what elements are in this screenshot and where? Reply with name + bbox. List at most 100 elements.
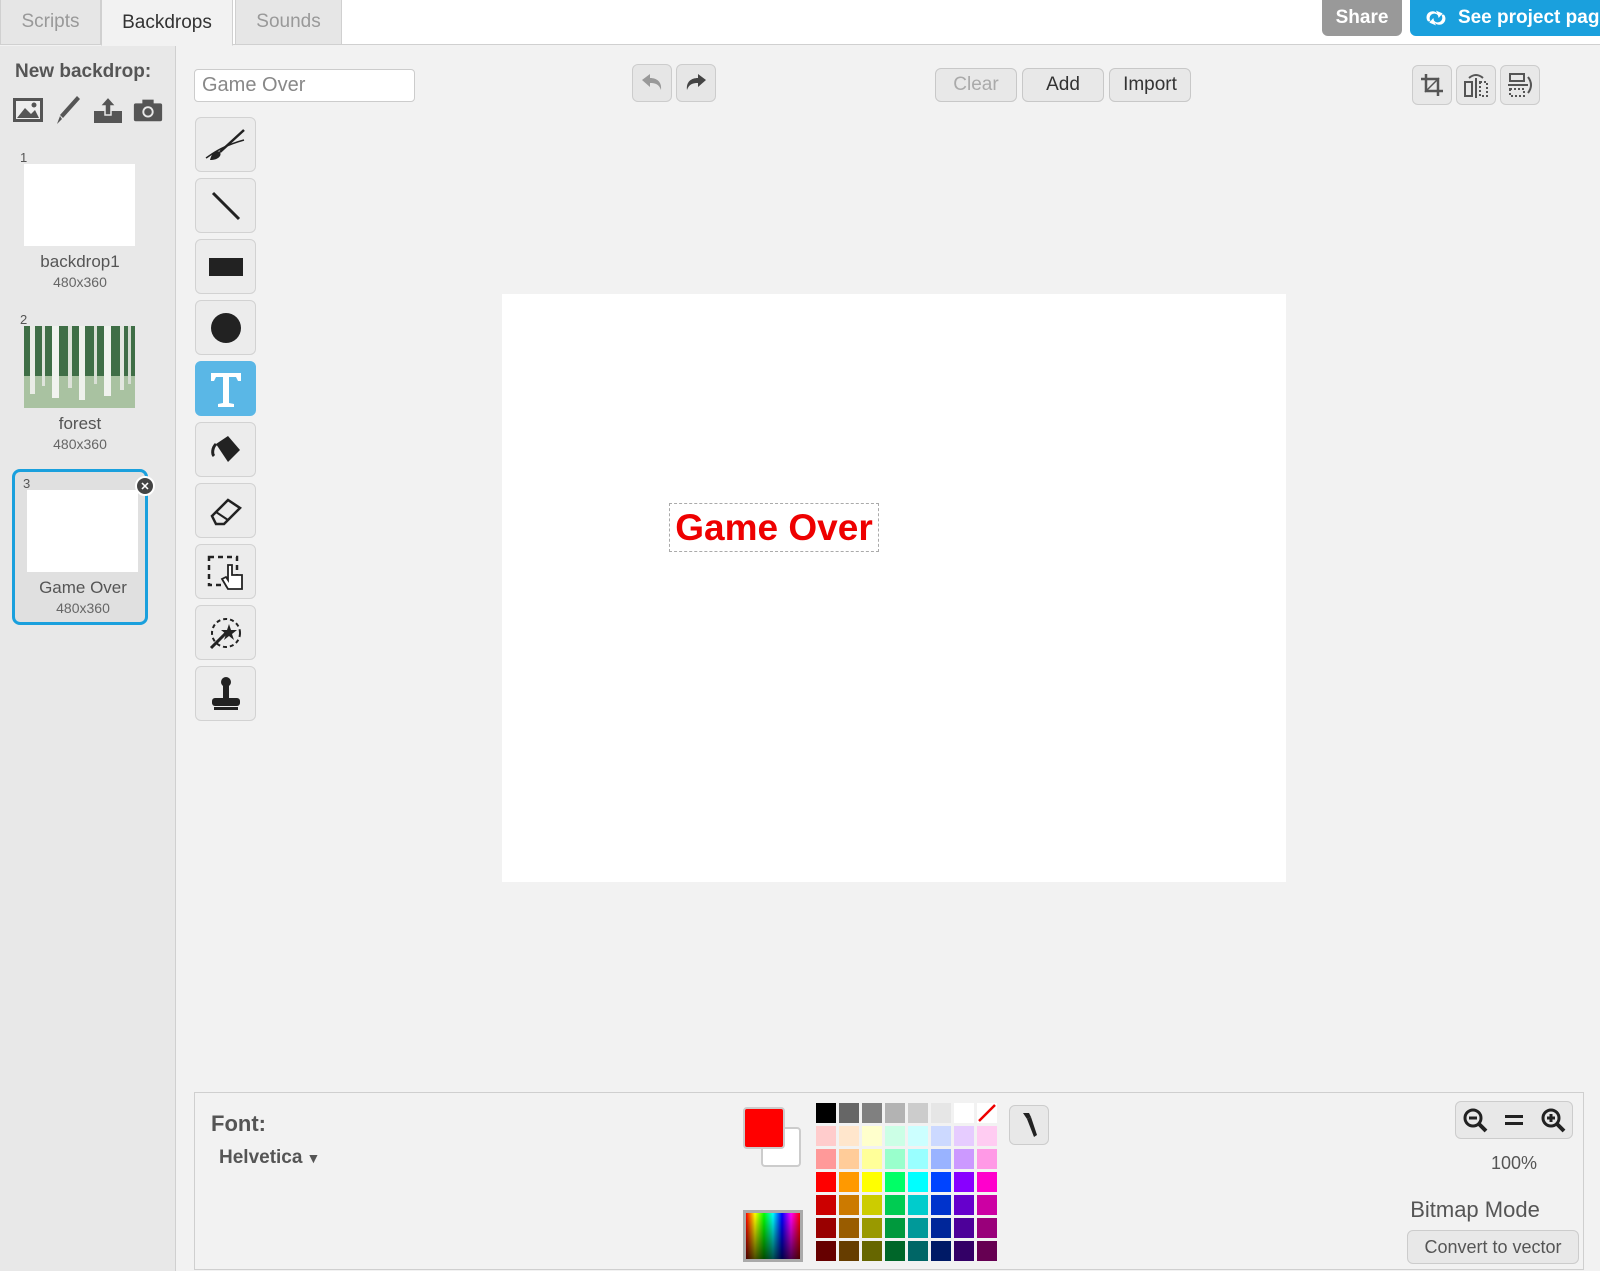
- palette-color-swatch[interactable]: [908, 1218, 928, 1238]
- convert-to-vector-button[interactable]: Convert to vector: [1407, 1230, 1579, 1264]
- palette-color-swatch[interactable]: [839, 1218, 859, 1238]
- palette-color-swatch[interactable]: [931, 1103, 951, 1123]
- palette-color-swatch[interactable]: [816, 1195, 836, 1215]
- palette-color-swatch[interactable]: [908, 1149, 928, 1169]
- palette-color-swatch[interactable]: [954, 1126, 974, 1146]
- brush-tool[interactable]: [195, 117, 256, 172]
- fill-tool[interactable]: [195, 422, 256, 477]
- palette-color-swatch[interactable]: [908, 1172, 928, 1192]
- select-tool[interactable]: [195, 544, 256, 599]
- choose-from-library-icon[interactable]: [12, 94, 44, 126]
- palette-color-swatch[interactable]: [931, 1172, 951, 1192]
- upload-from-file-icon[interactable]: [92, 94, 124, 126]
- tab-scripts[interactable]: Scripts: [0, 0, 101, 45]
- undo-button[interactable]: [632, 64, 672, 102]
- palette-color-swatch[interactable]: [954, 1149, 974, 1169]
- paint-new-icon[interactable]: [52, 94, 84, 126]
- rectangle-tool[interactable]: [195, 239, 256, 294]
- palette-color-swatch[interactable]: [839, 1241, 859, 1261]
- backdrop-item-game-over[interactable]: 3 Game Over 480x360 ✕: [12, 469, 155, 625]
- palette-color-swatch[interactable]: [931, 1241, 951, 1261]
- backdrop-item-forest[interactable]: 2 forest 480x360: [12, 308, 148, 464]
- palette-color-swatch[interactable]: [885, 1149, 905, 1169]
- redo-button[interactable]: [676, 64, 716, 102]
- palette-color-swatch[interactable]: [977, 1241, 997, 1261]
- set-costume-center-button[interactable]: [1412, 65, 1452, 105]
- font-dropdown[interactable]: Helvetica ▼: [219, 1147, 320, 1169]
- palette-color-swatch[interactable]: [954, 1172, 974, 1192]
- backdrop-name-input[interactable]: [194, 69, 415, 102]
- paint-canvas[interactable]: Game Over: [502, 294, 1286, 882]
- import-button[interactable]: Import: [1109, 68, 1191, 102]
- palette-color-swatch[interactable]: [839, 1126, 859, 1146]
- line-tool[interactable]: [195, 178, 256, 233]
- palette-color-swatch[interactable]: [816, 1149, 836, 1169]
- palette-color-swatch[interactable]: [862, 1149, 882, 1169]
- select-and-duplicate-tool[interactable]: [195, 605, 256, 660]
- palette-color-swatch[interactable]: [885, 1218, 905, 1238]
- clear-button[interactable]: Clear: [935, 68, 1017, 102]
- palette-color-swatch[interactable]: [954, 1103, 974, 1123]
- palette-color-swatch[interactable]: [862, 1195, 882, 1215]
- ellipse-tool[interactable]: [195, 300, 256, 355]
- backdrop-item-backdrop1[interactable]: 1 backdrop1 480x360: [12, 146, 148, 302]
- delete-backdrop-icon[interactable]: ✕: [135, 476, 155, 496]
- zoom-in-button[interactable]: [1533, 1102, 1572, 1138]
- zoom-out-button[interactable]: [1456, 1102, 1495, 1138]
- text-tool[interactable]: [195, 361, 256, 416]
- palette-color-swatch[interactable]: [862, 1172, 882, 1192]
- share-button[interactable]: Share: [1322, 0, 1402, 36]
- palette-color-swatch[interactable]: [908, 1103, 928, 1123]
- palette-color-swatch[interactable]: [839, 1149, 859, 1169]
- eyedropper-button[interactable]: [1009, 1105, 1049, 1145]
- palette-color-swatch[interactable]: [816, 1126, 836, 1146]
- palette-color-swatch[interactable]: [885, 1126, 905, 1146]
- palette-color-swatch[interactable]: [954, 1218, 974, 1238]
- palette-color-swatch[interactable]: [908, 1195, 928, 1215]
- palette-color-swatch[interactable]: [977, 1218, 997, 1238]
- palette-color-swatch[interactable]: [862, 1103, 882, 1123]
- palette-color-swatch[interactable]: [862, 1241, 882, 1261]
- flip-vertical-button[interactable]: [1500, 65, 1540, 105]
- flip-horizontal-button[interactable]: [1456, 65, 1496, 105]
- palette-color-swatch[interactable]: [816, 1172, 836, 1192]
- add-button[interactable]: Add: [1022, 68, 1104, 102]
- see-project-page-button[interactable]: See project page: [1410, 0, 1600, 36]
- palette-color-swatch[interactable]: [816, 1103, 836, 1123]
- palette-color-swatch[interactable]: [977, 1172, 997, 1192]
- transparent-color-swatch[interactable]: [977, 1103, 997, 1123]
- palette-color-swatch[interactable]: [908, 1126, 928, 1146]
- palette-color-swatch[interactable]: [885, 1241, 905, 1261]
- palette-color-swatch[interactable]: [977, 1149, 997, 1169]
- tab-sounds[interactable]: Sounds: [235, 0, 342, 45]
- palette-color-swatch[interactable]: [839, 1172, 859, 1192]
- palette-color-swatch[interactable]: [954, 1241, 974, 1261]
- palette-color-swatch[interactable]: [862, 1126, 882, 1146]
- palette-color-swatch[interactable]: [839, 1195, 859, 1215]
- palette-color-swatch[interactable]: [977, 1126, 997, 1146]
- palette-color-swatch[interactable]: [885, 1103, 905, 1123]
- tab-backdrops[interactable]: Backdrops: [101, 0, 233, 46]
- canvas-text-element[interactable]: Game Over: [669, 503, 879, 552]
- stamp-tool[interactable]: [195, 666, 256, 721]
- palette-color-swatch[interactable]: [954, 1195, 974, 1215]
- palette-color-swatch[interactable]: [931, 1149, 951, 1169]
- palette-color-swatch[interactable]: [816, 1218, 836, 1238]
- color-spectrum-picker[interactable]: [743, 1210, 803, 1262]
- primary-color-swatch[interactable]: [743, 1107, 785, 1149]
- palette-color-swatch[interactable]: [839, 1103, 859, 1123]
- palette-color-swatch[interactable]: [885, 1172, 905, 1192]
- palette-color-swatch[interactable]: [977, 1195, 997, 1215]
- camera-icon[interactable]: [132, 94, 164, 126]
- palette-color-swatch[interactable]: [816, 1241, 836, 1261]
- palette-color-swatch[interactable]: [862, 1218, 882, 1238]
- palette-color-swatch[interactable]: [885, 1195, 905, 1215]
- tab-bar: Scripts Backdrops Sounds Share See proje…: [0, 0, 1600, 46]
- palette-color-swatch[interactable]: [908, 1241, 928, 1261]
- zoom-reset-button[interactable]: [1495, 1102, 1534, 1138]
- eraser-tool[interactable]: [195, 483, 256, 538]
- brush-icon: [205, 128, 245, 160]
- palette-color-swatch[interactable]: [931, 1126, 951, 1146]
- palette-color-swatch[interactable]: [931, 1195, 951, 1215]
- palette-color-swatch[interactable]: [931, 1218, 951, 1238]
